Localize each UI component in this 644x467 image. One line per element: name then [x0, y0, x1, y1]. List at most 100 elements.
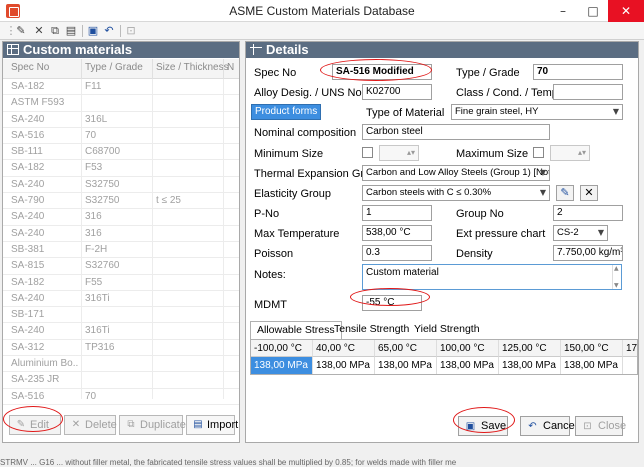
table-row[interactable]: SA-516 70: [3, 128, 239, 145]
nominal-composition-input[interactable]: Carbon steel: [362, 124, 550, 140]
density-input[interactable]: 7.750,00 kg/m³: [553, 245, 623, 261]
type-grade-input[interactable]: 70: [533, 64, 623, 80]
column-header-spec-no[interactable]: Spec No: [11, 62, 49, 73]
stress-value-cell[interactable]: 138,00 MPa: [375, 357, 437, 374]
max-size-label: Maximum Size: [456, 148, 529, 160]
table-row[interactable]: SA-516 70: [3, 389, 239, 405]
edit-elasticity-button[interactable]: ✎: [556, 185, 574, 201]
table-row[interactable]: SA-240 316: [3, 226, 239, 242]
table-cell: SB-171: [11, 309, 45, 321]
status-line: STRMV ... G16 ... without filler metal, …: [0, 458, 457, 467]
max-temp-input[interactable]: 538,00 °C: [362, 225, 432, 241]
type-of-material-select[interactable]: Fine grain steel, HY ▼: [451, 104, 623, 120]
max-size-checkbox[interactable]: [533, 147, 544, 158]
table-row[interactable]: SB-381 F-2H: [3, 242, 239, 259]
table-row[interactable]: SA-240 316Ti: [3, 323, 239, 340]
delete-icon: ✕: [71, 419, 81, 430]
table-cell: TP316: [85, 341, 115, 353]
max-temp-label: Max Temperature: [254, 228, 340, 240]
custom-materials-panel: Custom materials Spec No Type / Grade Si…: [2, 41, 240, 443]
table-row[interactable]: SA-815 S32760: [3, 258, 239, 275]
materials-grid-header: Spec No Type / Grade Size / Thickness N: [3, 59, 239, 79]
close-button[interactable]: ⊡ Close: [575, 416, 626, 436]
delete-button[interactable]: ✕ Delete: [64, 415, 117, 435]
pno-label: P-No: [254, 208, 280, 220]
edit-button[interactable]: ✎ Edit: [9, 415, 61, 435]
table-row[interactable]: SB-171: [3, 307, 239, 324]
chevron-up-down-icon: ▴▾: [406, 148, 415, 157]
table-row[interactable]: SA-182 F11: [3, 79, 239, 96]
table-cell: SA-240: [11, 292, 45, 304]
undo-icon[interactable]: ↶: [102, 24, 116, 38]
tab-tensile-strength[interactable]: Tensile Strength: [328, 321, 415, 339]
table-row[interactable]: SA-240 S32750: [3, 177, 239, 194]
save-icon[interactable]: ▣: [86, 24, 100, 38]
column-header-type-grade[interactable]: Type / Grade: [85, 62, 143, 73]
table-row[interactable]: SA-240 316: [3, 209, 239, 226]
table-row[interactable]: Aluminium Bo...: [3, 356, 239, 373]
alloy-input[interactable]: K02700: [362, 84, 432, 100]
pno-input[interactable]: 1: [362, 205, 432, 221]
min-size-stepper[interactable]: ▴▾: [379, 145, 419, 161]
edit-icon[interactable]: ✎: [14, 24, 28, 38]
table-row[interactable]: ASTM F593: [3, 95, 239, 112]
maximize-button[interactable]: □: [578, 0, 608, 22]
max-size-stepper[interactable]: ▴▾: [550, 145, 590, 161]
column-header-size-thickness[interactable]: Size / Thickness: [156, 62, 229, 73]
import-button[interactable]: ▤ Import: [186, 415, 238, 435]
import-icon: ▤: [193, 419, 203, 430]
mdmt-input[interactable]: -55 °C: [362, 295, 422, 311]
clear-elasticity-button[interactable]: ✕: [580, 185, 598, 201]
import-icon[interactable]: ▤: [64, 24, 78, 38]
elasticity-group-select[interactable]: Carbon steels with C ≤ 0.30% ▼: [362, 185, 550, 201]
custom-materials-header: Custom materials: [3, 42, 239, 58]
stress-value-cell[interactable]: 138,00 MPa: [561, 357, 623, 374]
duplicate-button[interactable]: ⧉ Duplicate: [119, 415, 186, 435]
table-cell: SA-182: [11, 162, 45, 174]
copy-icon[interactable]: ⧉: [48, 24, 62, 38]
table-row[interactable]: SA-312 TP316: [3, 340, 239, 357]
thermal-group-select[interactable]: Carbon and Low Alloy Steels (Group 1) [N…: [362, 165, 550, 181]
notes-textarea[interactable]: Custom material: [362, 264, 622, 290]
close-window-button[interactable]: ✕: [608, 0, 644, 22]
stress-value-cell[interactable]: 138,00 MPa: [499, 357, 561, 374]
table-row[interactable]: SA-182 F55: [3, 275, 239, 291]
table-row[interactable]: SA-790 S32750 t ≤ 25: [3, 193, 239, 210]
product-forms-button[interactable]: Product forms: [251, 104, 322, 120]
toolbar-divider: [120, 25, 121, 37]
table-cell: 316Ti: [85, 325, 110, 337]
temperature-header: 40,00 °C: [313, 340, 375, 357]
poisson-input[interactable]: 0.3: [362, 245, 432, 261]
notes-scrollbar[interactable]: [612, 265, 621, 289]
ext-pressure-select[interactable]: CS-2 ▼: [553, 225, 608, 241]
class-input[interactable]: [553, 84, 623, 100]
stress-value-cell[interactable]: 138,00 MPa: [437, 357, 499, 374]
minimize-button[interactable]: –: [548, 0, 578, 22]
table-row[interactable]: SA-240 316Ti: [3, 291, 239, 308]
close-icon[interactable]: ⊡: [124, 24, 138, 38]
table-cell: F-2H: [85, 243, 108, 255]
table-row[interactable]: SA-235 JR: [3, 372, 239, 389]
stress-value-cell[interactable]: 138,00 MPa: [313, 357, 375, 374]
table-cell: SA-790: [11, 195, 45, 207]
details-panel: Details Spec No SA-516 Modified Type / G…: [245, 41, 639, 443]
cancel-button[interactable]: ↶ Cancel: [520, 416, 577, 436]
stress-value-cell[interactable]: 138,00 MPa: [251, 357, 313, 374]
toolbar: ⋮ ✎ ✕ ⧉ ▤ ▣ ↶ ⊡: [0, 22, 644, 40]
group-no-input[interactable]: 2: [553, 205, 623, 221]
details-title: Details: [266, 42, 309, 57]
column-header-n[interactable]: N: [227, 62, 234, 73]
notes-label: Notes:: [254, 269, 286, 281]
save-button[interactable]: ▣ Save: [458, 416, 508, 436]
details-header: Details: [246, 42, 638, 58]
table-row[interactable]: SB-111 C68700: [3, 144, 239, 161]
spec-no-input[interactable]: SA-516 Modified: [332, 64, 432, 80]
stress-value-cell[interactable]: [623, 357, 637, 374]
left-button-bar: ✎ Edit ✕ Delete ⧉ Duplicate ▤ Import: [3, 410, 239, 442]
table-row[interactable]: SA-182 F53: [3, 160, 239, 177]
temperature-header: 150,00 °C: [561, 340, 623, 357]
delete-icon[interactable]: ✕: [32, 24, 46, 38]
min-size-checkbox[interactable]: [362, 147, 373, 158]
table-row[interactable]: SA-240 316L: [3, 112, 239, 128]
tab-yield-strength[interactable]: Yield Strength: [408, 321, 486, 339]
